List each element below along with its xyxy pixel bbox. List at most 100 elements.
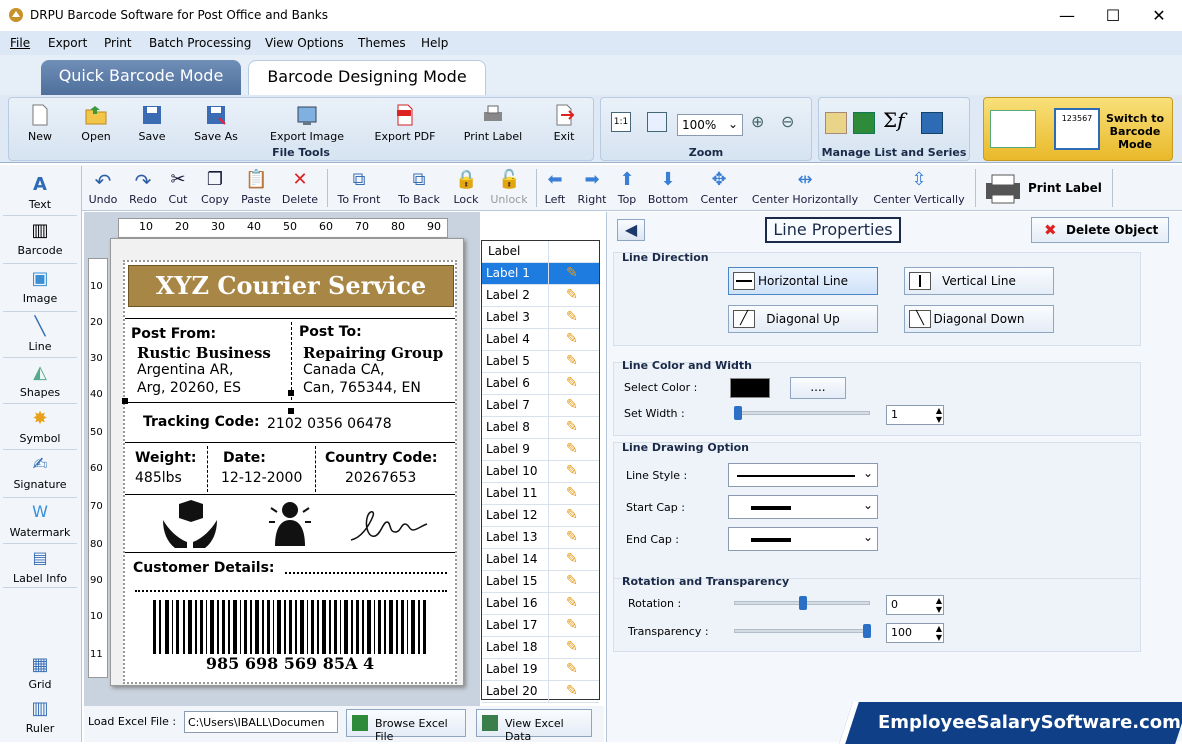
end-cap-select[interactable]: ⌄ <box>728 527 878 551</box>
label-list-row[interactable]: Label 20 ✎ <box>482 681 599 703</box>
pencil-edit-icon[interactable]: ✎ <box>566 397 578 413</box>
selection-handle[interactable] <box>288 390 294 396</box>
edit-list-icon[interactable] <box>825 112 847 134</box>
menu-view-options[interactable]: View Options <box>265 36 344 50</box>
delivery-person-icon[interactable] <box>265 498 315 548</box>
align-left-button[interactable]: ⬅ Left <box>542 169 568 206</box>
print-label-ribbon-button[interactable]: Print Label <box>461 104 525 143</box>
line-tool[interactable]: ╲ Line <box>3 314 77 358</box>
dotted-line[interactable] <box>135 590 447 592</box>
pencil-edit-icon[interactable]: ✎ <box>566 683 578 699</box>
text-tool[interactable]: A Text <box>3 172 77 216</box>
menu-export[interactable]: Export <box>48 36 87 50</box>
menu-print[interactable]: Print <box>104 36 132 50</box>
align-top-button[interactable]: ⬆ Top <box>615 169 639 206</box>
pencil-edit-icon[interactable]: ✎ <box>566 375 578 391</box>
symbol-tool[interactable]: ✸ Symbol <box>3 406 77 450</box>
zoom-in-icon[interactable]: ⊕ <box>751 112 764 131</box>
align-right-button[interactable]: ➡ Right <box>576 169 608 206</box>
width-slider[interactable] <box>734 406 870 420</box>
divider-line[interactable] <box>315 446 316 492</box>
fit-to-window-icon[interactable] <box>647 112 667 132</box>
pencil-edit-icon[interactable]: ✎ <box>566 441 578 457</box>
label-list-row[interactable]: Label 11 ✎ <box>482 483 599 505</box>
country-code-value[interactable]: 20267653 <box>345 470 416 486</box>
divider-line[interactable] <box>125 442 455 443</box>
transparency-spinner[interactable]: 100 ▲ ▼ <box>886 623 944 643</box>
diagonal-down-button[interactable]: ╲ Diagonal Down <box>904 305 1054 333</box>
excel-path-input[interactable]: C:\Users\IBALL\Documen <box>184 711 338 733</box>
zoom-out-icon[interactable]: ⊖ <box>781 112 794 131</box>
label-list-row[interactable]: Label 12 ✎ <box>482 505 599 527</box>
spinner-arrows-icon[interactable]: ▲ ▼ <box>936 624 942 642</box>
menu-file[interactable]: File <box>10 36 30 50</box>
label-list-row[interactable]: Label 5 ✎ <box>482 351 599 373</box>
label-list-row[interactable]: Label 14 ✎ <box>482 549 599 571</box>
horizontal-line-button[interactable]: Horizontal Line <box>728 267 878 295</box>
image-tool[interactable]: ▣ Image <box>3 266 77 312</box>
browse-excel-button[interactable]: Browse Excel File <box>346 709 466 743</box>
center-horizontally-button[interactable]: ⇹ Center Horizontally <box>750 169 860 206</box>
label-list-row[interactable]: Label 16 ✎ <box>482 593 599 615</box>
line-style-select[interactable]: ⌄ <box>728 463 878 487</box>
label-list-row[interactable]: Label 2 ✎ <box>482 285 599 307</box>
pencil-edit-icon[interactable]: ✎ <box>566 507 578 523</box>
view-excel-button[interactable]: View Excel Data <box>476 709 592 743</box>
post-to-line2[interactable]: Can, 765344, EN <box>303 380 421 396</box>
swap-icon[interactable] <box>921 112 943 134</box>
pencil-edit-icon[interactable]: ✎ <box>566 573 578 589</box>
paste-button[interactable]: 📋 Paste <box>239 169 273 206</box>
label-list-row[interactable]: Label 8 ✎ <box>482 417 599 439</box>
tracking-value[interactable]: 2102 0356 06478 <box>267 416 392 432</box>
barcode-value[interactable]: 985 698 569 85A 4 <box>125 654 455 673</box>
minimize-button[interactable]: — <box>1044 0 1090 31</box>
weight-title[interactable]: Weight: <box>135 450 197 466</box>
label-list-row[interactable]: Label 3 ✎ <box>482 307 599 329</box>
print-label-button[interactable]: Print Label <box>984 169 1110 207</box>
barcode-image[interactable] <box>153 600 429 654</box>
divider-line[interactable] <box>125 552 455 553</box>
post-to-name[interactable]: Repairing Group <box>303 344 443 362</box>
actual-size-icon[interactable]: 1:1 <box>611 112 631 132</box>
divider-line[interactable] <box>125 494 455 495</box>
post-to-line1[interactable]: Canada CA, <box>303 362 385 378</box>
to-back-button[interactable]: ⧉ To Back <box>394 169 444 206</box>
align-bottom-button[interactable]: ⬇ Bottom <box>647 169 689 206</box>
delete-object-button[interactable]: ✖ Delete Object <box>1031 217 1169 243</box>
pencil-edit-icon[interactable]: ✎ <box>566 265 578 281</box>
label-info-tool[interactable]: ▤ Label Info <box>3 546 77 588</box>
start-cap-select[interactable]: ⌄ <box>728 495 878 519</box>
label-list-row[interactable]: Label 15 ✎ <box>482 571 599 593</box>
unlock-button[interactable]: 🔓 Unlock <box>488 169 530 206</box>
switch-barcode-mode-button[interactable]: 123567 Switch to Barcode Mode <box>983 97 1173 161</box>
pencil-edit-icon[interactable]: ✎ <box>566 463 578 479</box>
label-header[interactable]: XYZ Courier Service <box>128 265 454 307</box>
exit-button[interactable]: Exit <box>549 104 579 143</box>
pencil-edit-icon[interactable]: ✎ <box>566 419 578 435</box>
pencil-edit-icon[interactable]: ✎ <box>566 639 578 655</box>
label-list-row[interactable]: Label 18 ✎ <box>482 637 599 659</box>
package-hands-icon[interactable] <box>161 500 219 548</box>
ruler-toggle[interactable]: ▥ Ruler <box>3 696 77 735</box>
grid-toggle[interactable]: ▦ Grid <box>3 652 77 691</box>
selection-handle[interactable] <box>288 408 294 414</box>
tab-barcode-designing-mode[interactable]: Barcode Designing Mode <box>248 60 486 95</box>
rotation-slider[interactable] <box>734 596 870 610</box>
label-list-row[interactable]: Label 9 ✎ <box>482 439 599 461</box>
post-from-title[interactable]: Post From: <box>131 326 216 342</box>
barcode-tool[interactable]: ▥ Barcode <box>3 218 77 264</box>
center-vertically-button[interactable]: ⇳ Center Vertically <box>870 169 968 206</box>
color-picker-button[interactable]: .... <box>790 377 846 399</box>
label-list-row[interactable]: Label 6 ✎ <box>482 373 599 395</box>
label-list-row[interactable]: Label 13 ✎ <box>482 527 599 549</box>
save-button[interactable]: Save <box>135 104 169 143</box>
export-pdf-button[interactable]: Export PDF <box>371 104 439 143</box>
tracking-title[interactable]: Tracking Code: <box>143 414 260 430</box>
excel-icon[interactable] <box>853 112 875 134</box>
menu-help[interactable]: Help <box>421 36 448 50</box>
undo-button[interactable]: ↶ Undo <box>88 169 118 206</box>
color-swatch[interactable] <box>730 378 770 398</box>
pencil-edit-icon[interactable]: ✎ <box>566 551 578 567</box>
lock-button[interactable]: 🔒 Lock <box>451 169 481 206</box>
save-as-button[interactable]: Save As <box>191 104 241 143</box>
